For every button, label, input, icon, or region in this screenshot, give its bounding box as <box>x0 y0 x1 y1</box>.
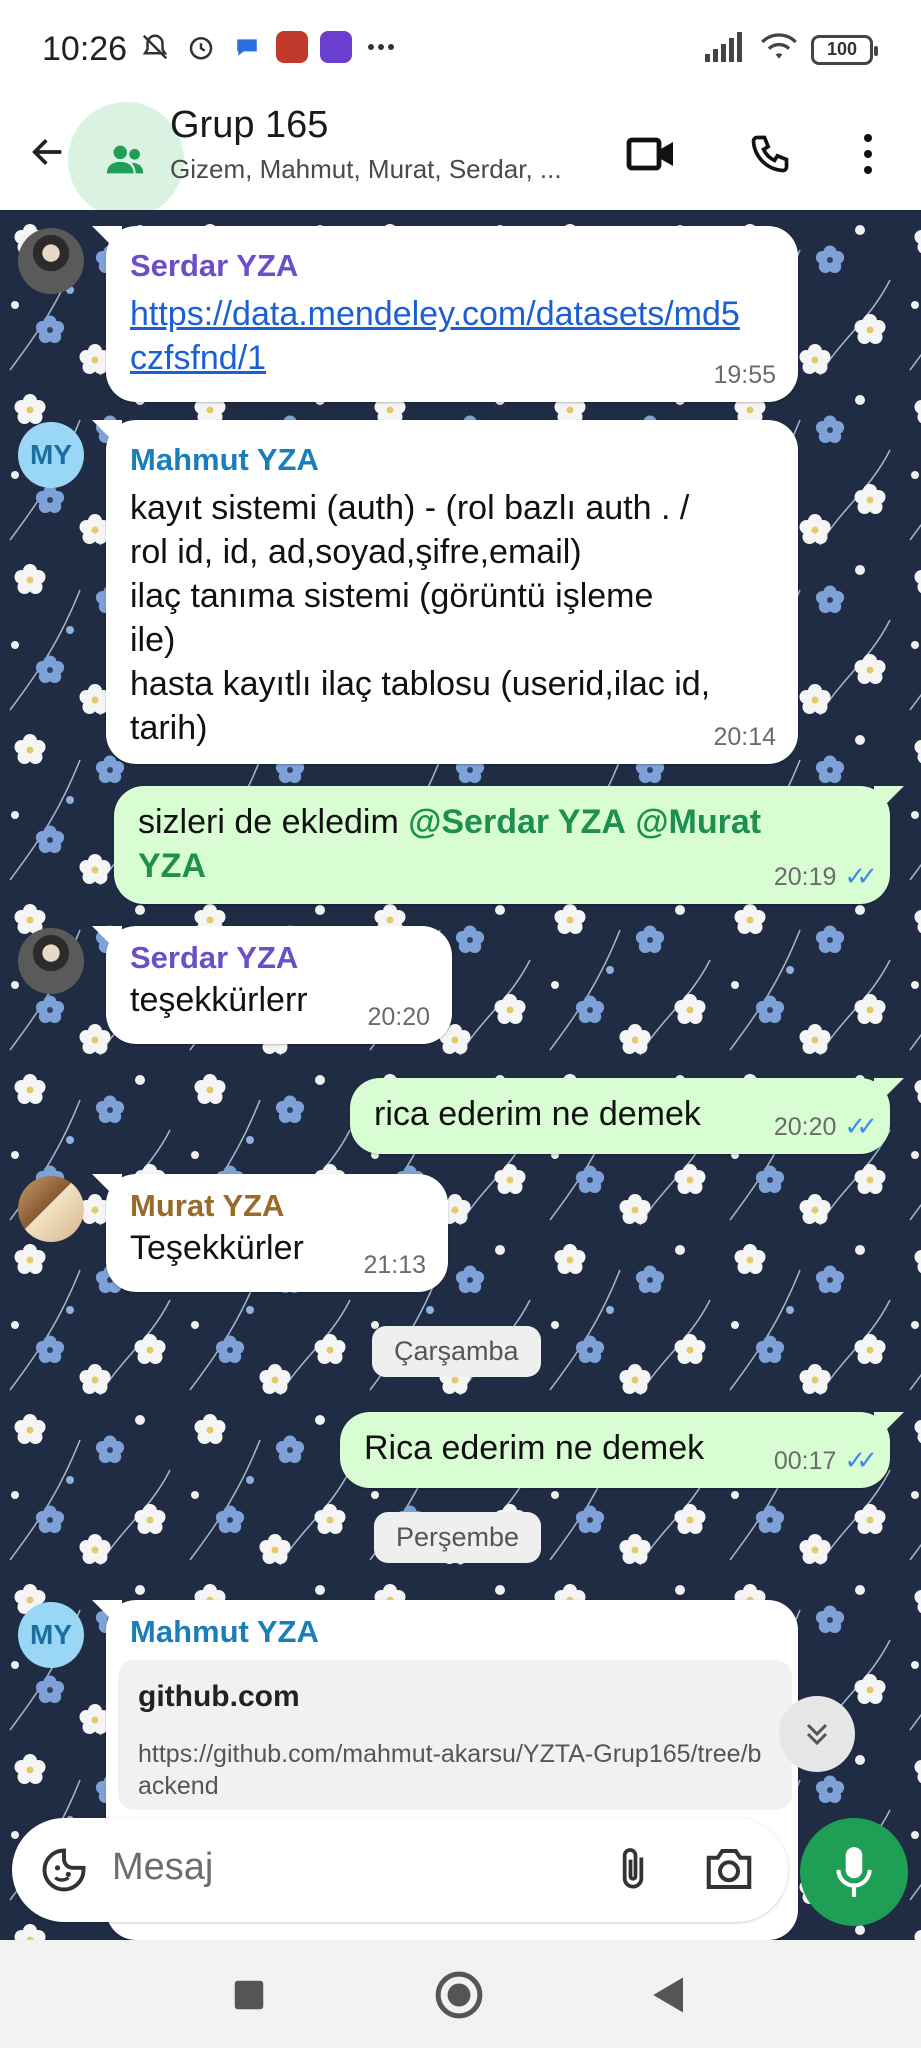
alarm-icon <box>184 30 218 64</box>
message-bubble-incoming[interactable]: Serdar YZA teşekkürlerr 20:20 <box>92 926 452 1044</box>
message-line: rol id, id, ad,soyad,şifre,email) <box>130 533 582 571</box>
more-notifications-icon <box>364 30 398 64</box>
avatar-mahmut[interactable]: MY <box>18 422 84 488</box>
mention-murat-cont[interactable]: YZA <box>138 847 206 885</box>
microphone-icon <box>836 1847 872 1897</box>
link-preview[interactable]: github.com https://github.com/mahmut-aka… <box>118 1660 792 1810</box>
mention-murat[interactable]: @Murat <box>635 803 761 841</box>
message-time: 21:13 <box>363 1251 426 1279</box>
message-text-part: sizleri de ekledim <box>138 803 409 841</box>
message-sender[interactable]: Mahmut YZA <box>130 442 774 478</box>
home-button[interactable] <box>434 1970 484 2020</box>
message-bubble-incoming[interactable]: Murat YZA Teşekkürler 21:13 <box>92 1174 448 1292</box>
status-right: 100 <box>705 32 878 67</box>
message-bubble-outgoing[interactable]: sizleri de ekledim @Serdar YZA @Murat YZA… <box>114 786 904 904</box>
message-time: 20:14 <box>713 723 776 751</box>
message-text: kayıt sistemi (auth) - (rol bazlı auth .… <box>130 486 774 750</box>
message-sender[interactable]: Serdar YZA <box>130 248 774 284</box>
message-sender[interactable]: Serdar YZA <box>130 940 428 976</box>
day-separator: Perşembe <box>374 1512 542 1563</box>
message-line: hasta kayıtlı ilaç tablosu (userid,ilac … <box>130 665 711 703</box>
message-time: 20:20 <box>773 1113 837 1141</box>
message-bubble-outgoing[interactable]: rica ederim ne demek 20:20 ✓✓ <box>350 1078 904 1154</box>
avatar-serdar[interactable] <box>18 228 84 294</box>
double-chevron-down-icon <box>806 1723 828 1746</box>
voice-message-button[interactable] <box>800 1818 908 1926</box>
message-time: 19:55 <box>713 361 776 389</box>
mention-serdar[interactable]: @Serdar YZA <box>408 803 626 841</box>
message-bubble-incoming[interactable]: Mahmut YZA kayıt sistemi (auth) - (rol b… <box>92 420 798 764</box>
attach-icon[interactable] <box>608 1842 658 1903</box>
link-preview-url[interactable]: https://github.com/mahmut-akarsu/YZTA-Gr… <box>138 1738 772 1802</box>
circle-icon <box>435 1971 483 2019</box>
chat-title[interactable]: Grup 165 <box>170 104 328 147</box>
app-notification-icon-2 <box>320 31 352 63</box>
video-camera-icon <box>626 137 673 171</box>
battery-indicator: 100 <box>811 34 878 65</box>
message-line: kayıt sistemi (auth) - (rol bazlı auth .… <box>130 489 690 527</box>
app-notification-icon <box>276 31 308 63</box>
status-time: 10:26 <box>42 30 128 68</box>
double-check-icon: ✓✓ <box>844 861 877 891</box>
message-input-bar[interactable]: Mesaj <box>12 1818 788 1922</box>
message-time: 20:19 <box>773 863 837 891</box>
more-options-button[interactable] <box>836 122 900 186</box>
message-status: 20:20 ✓✓ <box>773 1111 878 1142</box>
signal-icon <box>705 32 747 67</box>
message-time: 00:17 <box>773 1447 837 1475</box>
message-sender[interactable]: Mahmut YZA <box>130 1614 786 1650</box>
message-bubble-outgoing[interactable]: Rica ederim ne demek 00:17 ✓✓ <box>340 1412 904 1488</box>
double-check-icon: ✓✓ <box>844 1445 877 1475</box>
message-status: 20:19 ✓✓ <box>773 861 878 892</box>
more-vert-icon <box>864 134 872 174</box>
message-link[interactable]: https://data.mendeley.com/datasets/md5cz… <box>130 292 750 380</box>
link-preview-domain: github.com <box>138 1680 300 1713</box>
square-icon <box>234 1980 264 2010</box>
status-icons <box>138 30 398 64</box>
recents-button[interactable] <box>224 1970 274 2020</box>
avatar-serdar[interactable] <box>18 928 84 994</box>
message-line: ilaç tanıma sistemi (görüntü işleme <box>130 577 654 615</box>
group-icon <box>106 145 144 174</box>
avatar-mahmut[interactable]: MY <box>18 1602 84 1668</box>
voice-call-button[interactable] <box>738 122 802 186</box>
chat-area[interactable]: Serdar YZA https://data.mendeley.com/dat… <box>0 210 921 1940</box>
double-check-icon: ✓✓ <box>844 1111 877 1141</box>
message-input[interactable]: Mesaj <box>112 1846 213 1889</box>
scroll-to-bottom-button[interactable] <box>779 1696 855 1772</box>
wifi-icon <box>759 32 799 67</box>
day-separator: Çarşamba <box>372 1326 541 1377</box>
chat-header: Grup 165 Gizem, Mahmut, Murat, Serdar, .… <box>0 98 921 218</box>
message-status: 00:17 ✓✓ <box>773 1445 878 1476</box>
camera-icon[interactable] <box>702 1844 756 1899</box>
message-line: ile) <box>130 621 176 659</box>
avatar-murat[interactable] <box>18 1176 84 1242</box>
messages-app-icon <box>230 30 264 64</box>
message-bubble-incoming[interactable]: Serdar YZA https://data.mendeley.com/dat… <box>92 226 798 402</box>
message-line: tarih) <box>130 709 208 747</box>
back-nav-button[interactable] <box>644 1970 694 2020</box>
bell-off-icon <box>138 30 172 64</box>
group-avatar[interactable] <box>68 102 184 218</box>
triangle-back-icon <box>653 1977 683 2013</box>
message-text: sizleri de ekledim @Serdar YZA @Murat YZA <box>138 800 866 888</box>
status-bar: 10:26 100 <box>0 0 921 98</box>
message-time: 20:20 <box>367 1003 430 1031</box>
arrow-left-icon <box>32 139 62 165</box>
system-nav-bar <box>0 1940 921 2048</box>
video-call-button[interactable] <box>620 122 684 186</box>
message-sender[interactable]: Murat YZA <box>130 1188 424 1224</box>
sticker-icon[interactable] <box>38 1844 90 1901</box>
chat-members[interactable]: Gizem, Mahmut, Murat, Serdar, ... <box>170 154 600 185</box>
phone-icon <box>751 135 789 173</box>
